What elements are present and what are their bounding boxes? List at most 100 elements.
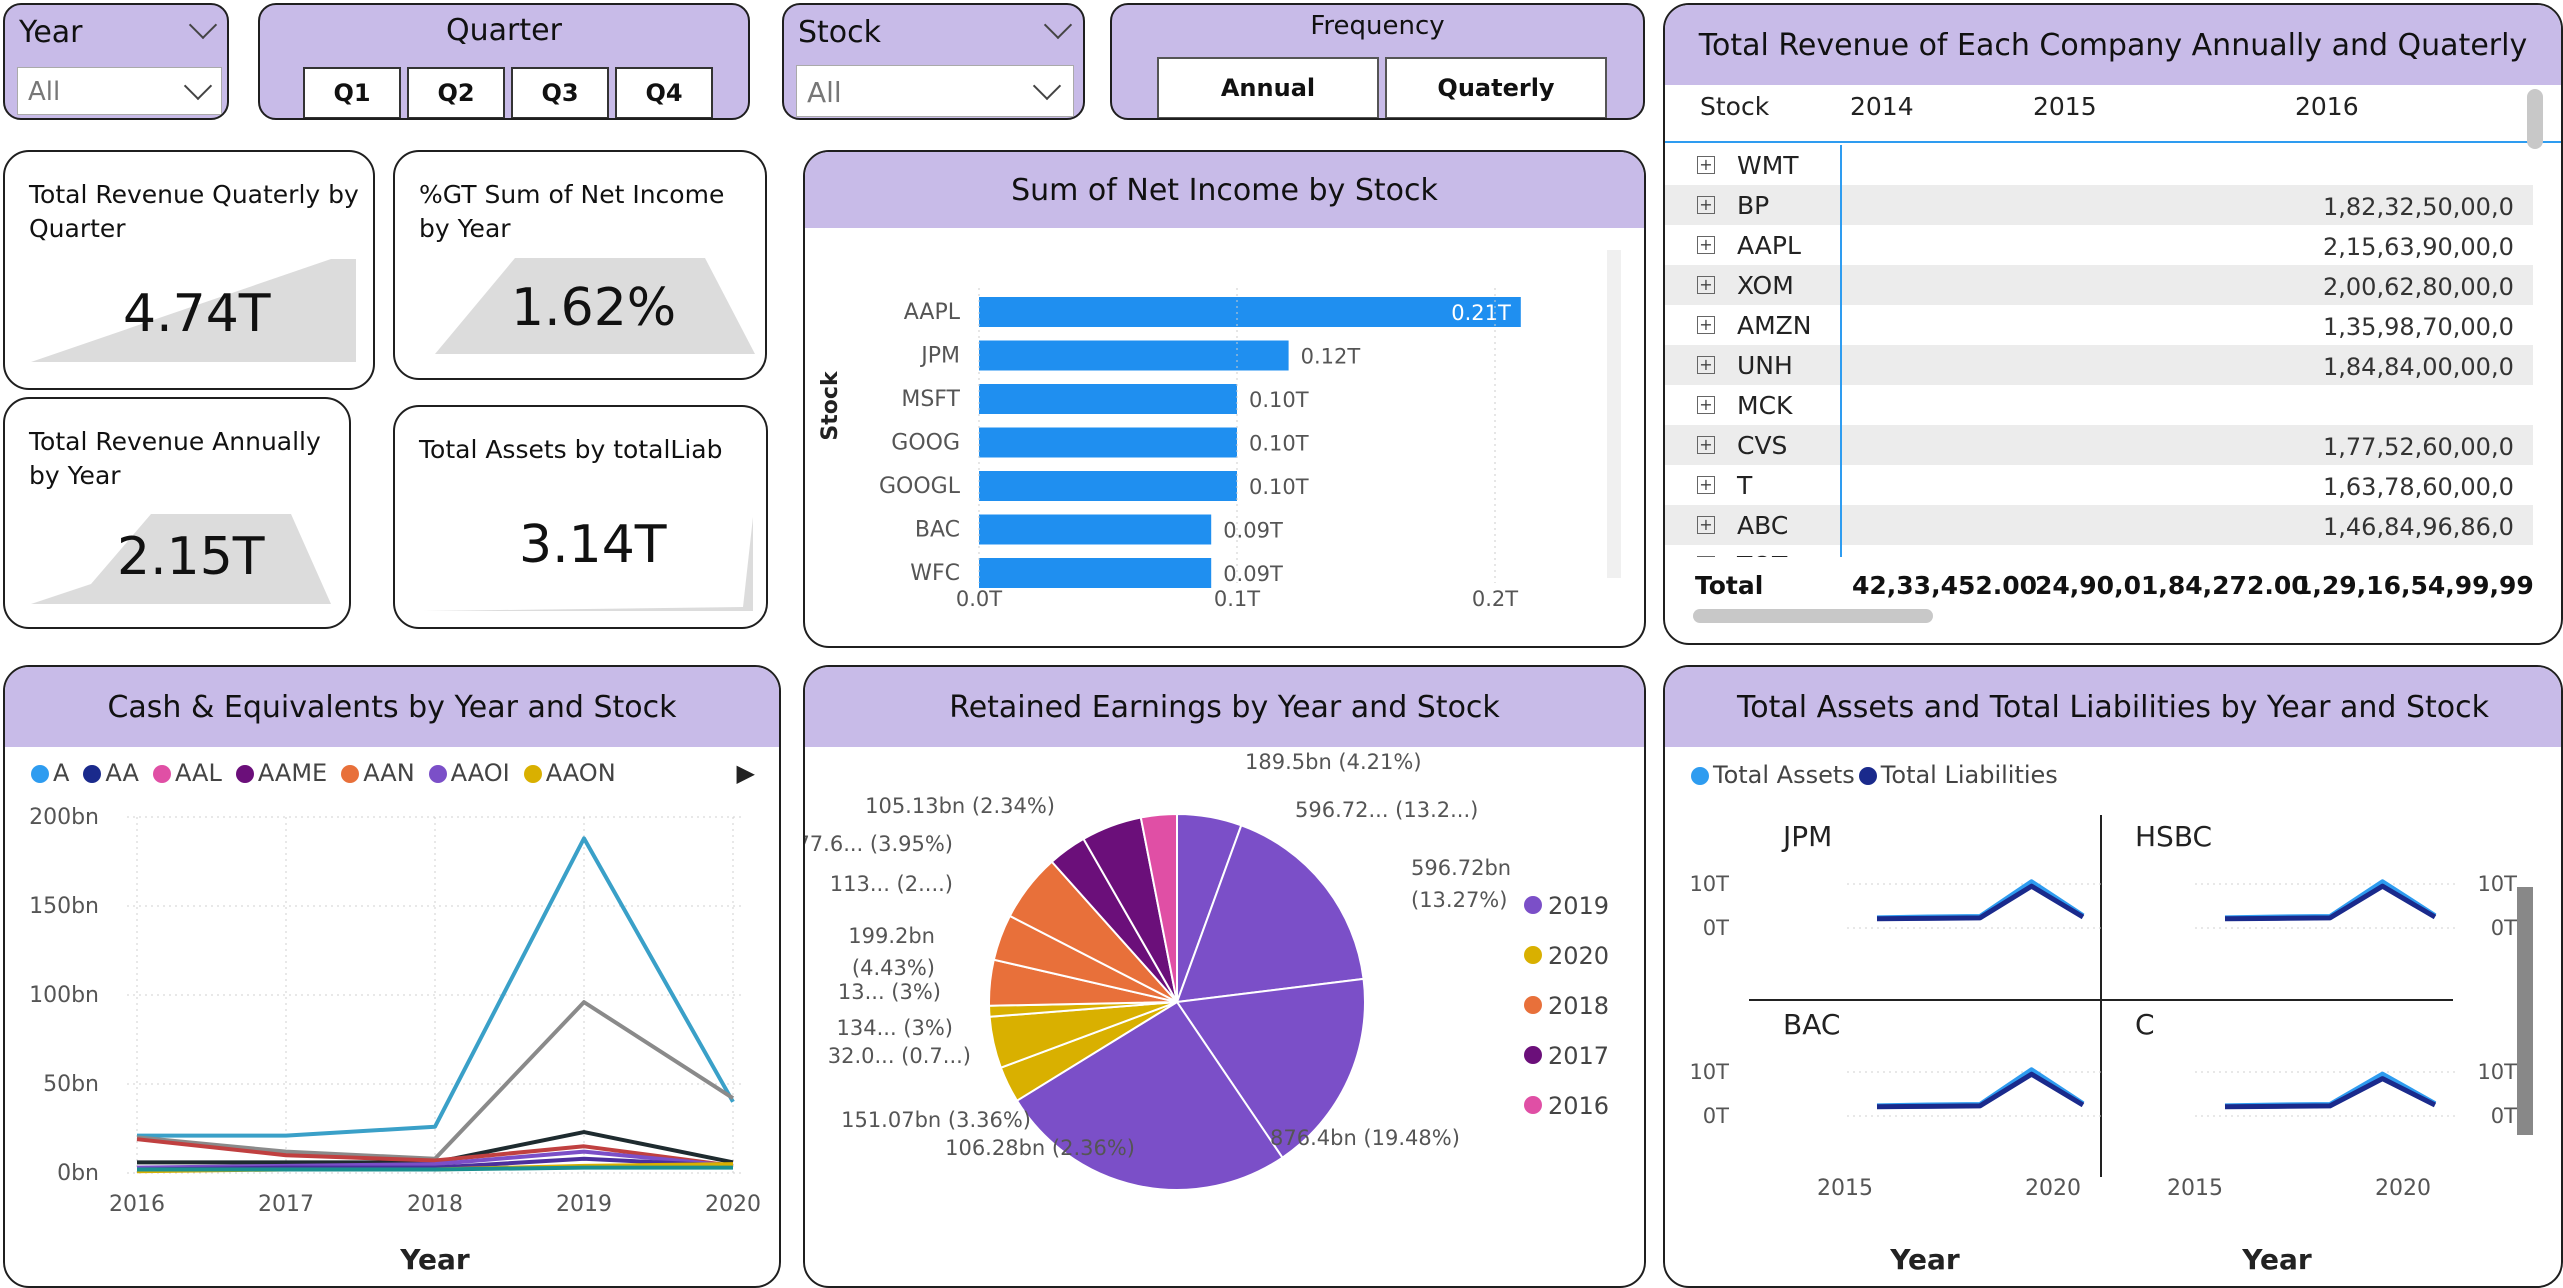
pie-data-label: 105.13bn (2.34%) <box>865 794 1055 818</box>
matrix-col-2014[interactable]: 2014 <box>1850 92 1914 121</box>
pie-data-label: 134... (3%) <box>837 1016 953 1040</box>
matrix-row[interactable]: + AAPL 2,15,63,90,00,0 <box>1665 225 2533 265</box>
bar-value-label: 0.12T <box>1301 345 1361 369</box>
kpi-card-revenue-annually[interactable]: Total Revenue Annually by Year 2.15T <box>3 397 351 629</box>
matrix-value-2016: 2,00,62,80,00,0 <box>2323 273 2514 301</box>
chevron-down-icon[interactable] <box>1043 10 1073 40</box>
matrix-col-stock[interactable]: Stock <box>1700 92 1769 121</box>
kpi-card-total-assets[interactable]: Total Assets by totalLiab 3.14T <box>393 405 768 629</box>
net-income-bar-chart[interactable]: Sum of Net Income by Stock Stock AAPL 0.2… <box>803 150 1646 648</box>
pie-data-label: 596.72... (13.2...) <box>1295 798 1478 822</box>
legend-label[interactable]: 2020 <box>1548 942 1609 970</box>
chart-title: Cash & Equivalents by Year and Stock <box>5 667 779 747</box>
matrix-row[interactable]: + CVS 1,77,52,60,00,0 <box>1665 425 2533 465</box>
legend-label[interactable]: 2016 <box>1548 1092 1609 1120</box>
bar-mark[interactable] <box>979 384 1237 414</box>
expand-plus-icon[interactable]: + <box>1697 436 1715 454</box>
quarter-q1-button[interactable]: Q1 <box>303 67 401 118</box>
line-x-tick: 2018 <box>407 1192 463 1217</box>
matrix-row[interactable]: + T 1,63,78,60,00,0 <box>1665 465 2533 505</box>
quarter-q2-button[interactable]: Q2 <box>407 67 505 118</box>
sm-y-tick: 10T <box>1689 872 1729 896</box>
stock-slicer[interactable]: Stock All <box>782 3 1085 120</box>
matrix-col-2016[interactable]: 2016 <box>2295 92 2359 121</box>
line-x-tick: 2016 <box>109 1192 165 1217</box>
matrix-stock-cell: AAPL <box>1737 230 1801 260</box>
matrix-total-row: Total 42,33,452.00 24,90,01,84,272.00 1,… <box>1665 557 2533 603</box>
matrix-column-divider <box>1840 145 1842 557</box>
bar-mark[interactable] <box>979 297 1521 327</box>
matrix-stock-cell: XOM <box>1737 270 1794 300</box>
quarter-slicer: Quarter Q1 Q2 Q3 Q4 <box>258 3 750 120</box>
bar-category-label: AAPL <box>904 300 961 325</box>
bar-value-label: 0.10T <box>1249 388 1309 412</box>
frequency-annual-button[interactable]: Annual <box>1157 57 1379 118</box>
matrix-stock-cell: UNH <box>1737 350 1793 380</box>
cash-equivalents-line-chart[interactable]: Cash & Equivalents by Year and Stock A AA… <box>3 665 781 1288</box>
line-series[interactable] <box>137 1165 733 1172</box>
matrix-horizontal-scrollbar[interactable] <box>1693 609 1933 623</box>
bar-value-label: 0.10T <box>1249 475 1309 499</box>
quarter-slicer-title: Quarter <box>446 13 562 48</box>
pie-data-label: 876.4bn (19.48%) <box>1270 1126 1460 1150</box>
matrix-stock-cell: BP <box>1737 190 1770 220</box>
bar-x-tick: 0.0T <box>956 587 1002 611</box>
retained-earnings-pie-chart[interactable]: Retained Earnings by Year and Stock 189.… <box>803 665 1646 1288</box>
expand-plus-icon[interactable]: + <box>1697 316 1715 334</box>
bar-mark[interactable] <box>979 471 1237 501</box>
bar-mark[interactable] <box>979 558 1212 588</box>
matrix-row[interactable]: + BP 1,82,32,50,00,0 <box>1665 185 2533 225</box>
year-dropdown[interactable]: All <box>17 67 222 115</box>
legend-label[interactable]: 2018 <box>1548 992 1609 1020</box>
matrix-row[interactable]: + AMZN 1,35,98,70,00,0 <box>1665 305 2533 345</box>
bar-mark[interactable] <box>979 340 1289 371</box>
matrix-row[interactable]: + WMT <box>1665 145 2533 185</box>
expand-plus-icon[interactable]: + <box>1697 396 1715 414</box>
sm-y-tick: 0T <box>2491 1104 2517 1128</box>
sm-scrollbar[interactable] <box>2517 887 2533 1135</box>
expand-plus-icon[interactable]: + <box>1697 156 1715 174</box>
kpi-title: Total Revenue Annually by Year <box>29 427 321 490</box>
bar-scrollbar[interactable] <box>1607 250 1621 578</box>
expand-plus-icon[interactable]: + <box>1697 476 1715 494</box>
matrix-row[interactable]: +TOT1,27,92,50,00,0 <box>1665 545 2533 557</box>
matrix-vertical-scrollbar[interactable] <box>2527 89 2543 149</box>
matrix-body: + WMT + BP 1,82,32,50,00,0 + AAPL 2,15,63,90,00… <box>1665 145 2533 557</box>
matrix-row[interactable]: + UNH 1,84,84,00,00,0 <box>1665 345 2533 385</box>
matrix-value-2016: 1,35,98,70,00,0 <box>2323 313 2514 341</box>
line-x-tick: 2017 <box>258 1192 314 1217</box>
expand-plus-icon[interactable]: + <box>1697 236 1715 254</box>
sm-y-tick: 10T <box>1689 1060 1729 1084</box>
year-slicer[interactable]: Year All <box>3 3 229 120</box>
matrix-stock-cell: T <box>1737 470 1753 500</box>
legend-label[interactable]: 2017 <box>1548 1042 1609 1070</box>
bar-category-label: GOOG <box>891 431 960 456</box>
expand-plus-icon[interactable]: + <box>1697 516 1715 534</box>
quarter-q3-button[interactable]: Q3 <box>511 67 609 118</box>
assets-liabilities-chart[interactable]: Total Assets and Total Liabilities by Ye… <box>1663 665 2563 1288</box>
bar-mark[interactable] <box>979 427 1237 458</box>
chevron-down-icon[interactable] <box>188 10 218 40</box>
revenue-matrix[interactable]: Total Revenue of Each Company Annually a… <box>1663 3 2563 645</box>
expand-plus-icon[interactable]: + <box>1697 276 1715 294</box>
line-y-tick: 100bn <box>29 983 99 1008</box>
expand-plus-icon[interactable]: + <box>1697 356 1715 374</box>
legend-label[interactable]: 2019 <box>1548 892 1609 920</box>
kpi-card-revenue-quaterly[interactable]: Total Revenue Quaterly by Quarter 4.74T <box>3 150 375 390</box>
matrix-row[interactable]: + ABC 1,46,84,96,86,0 <box>1665 505 2533 545</box>
sm-panel-title: C <box>2135 1008 2155 1041</box>
matrix-row[interactable]: + MCK <box>1665 385 2533 425</box>
bar-mark[interactable] <box>979 514 1212 545</box>
matrix-stock-cell: WMT <box>1737 150 1799 180</box>
sm-y-tick: 0T <box>2491 916 2517 940</box>
expand-plus-icon[interactable]: + <box>1697 196 1715 214</box>
kpi-card-gt-net-income[interactable]: %GT Sum of Net Income by Year 1.62% <box>393 150 767 380</box>
matrix-row[interactable]: + XOM 2,00,62,80,00,0 <box>1665 265 2533 305</box>
bar-category-label: WFC <box>910 561 960 586</box>
quarter-q4-button[interactable]: Q4 <box>615 67 713 118</box>
chart-title: Retained Earnings by Year and Stock <box>805 667 1644 747</box>
frequency-quaterly-button[interactable]: Quaterly <box>1385 57 1607 118</box>
matrix-col-2015[interactable]: 2015 <box>2033 92 2097 121</box>
matrix-total-2014: 42,33,452.00 <box>1852 571 2038 600</box>
stock-dropdown[interactable]: All <box>796 65 1074 117</box>
